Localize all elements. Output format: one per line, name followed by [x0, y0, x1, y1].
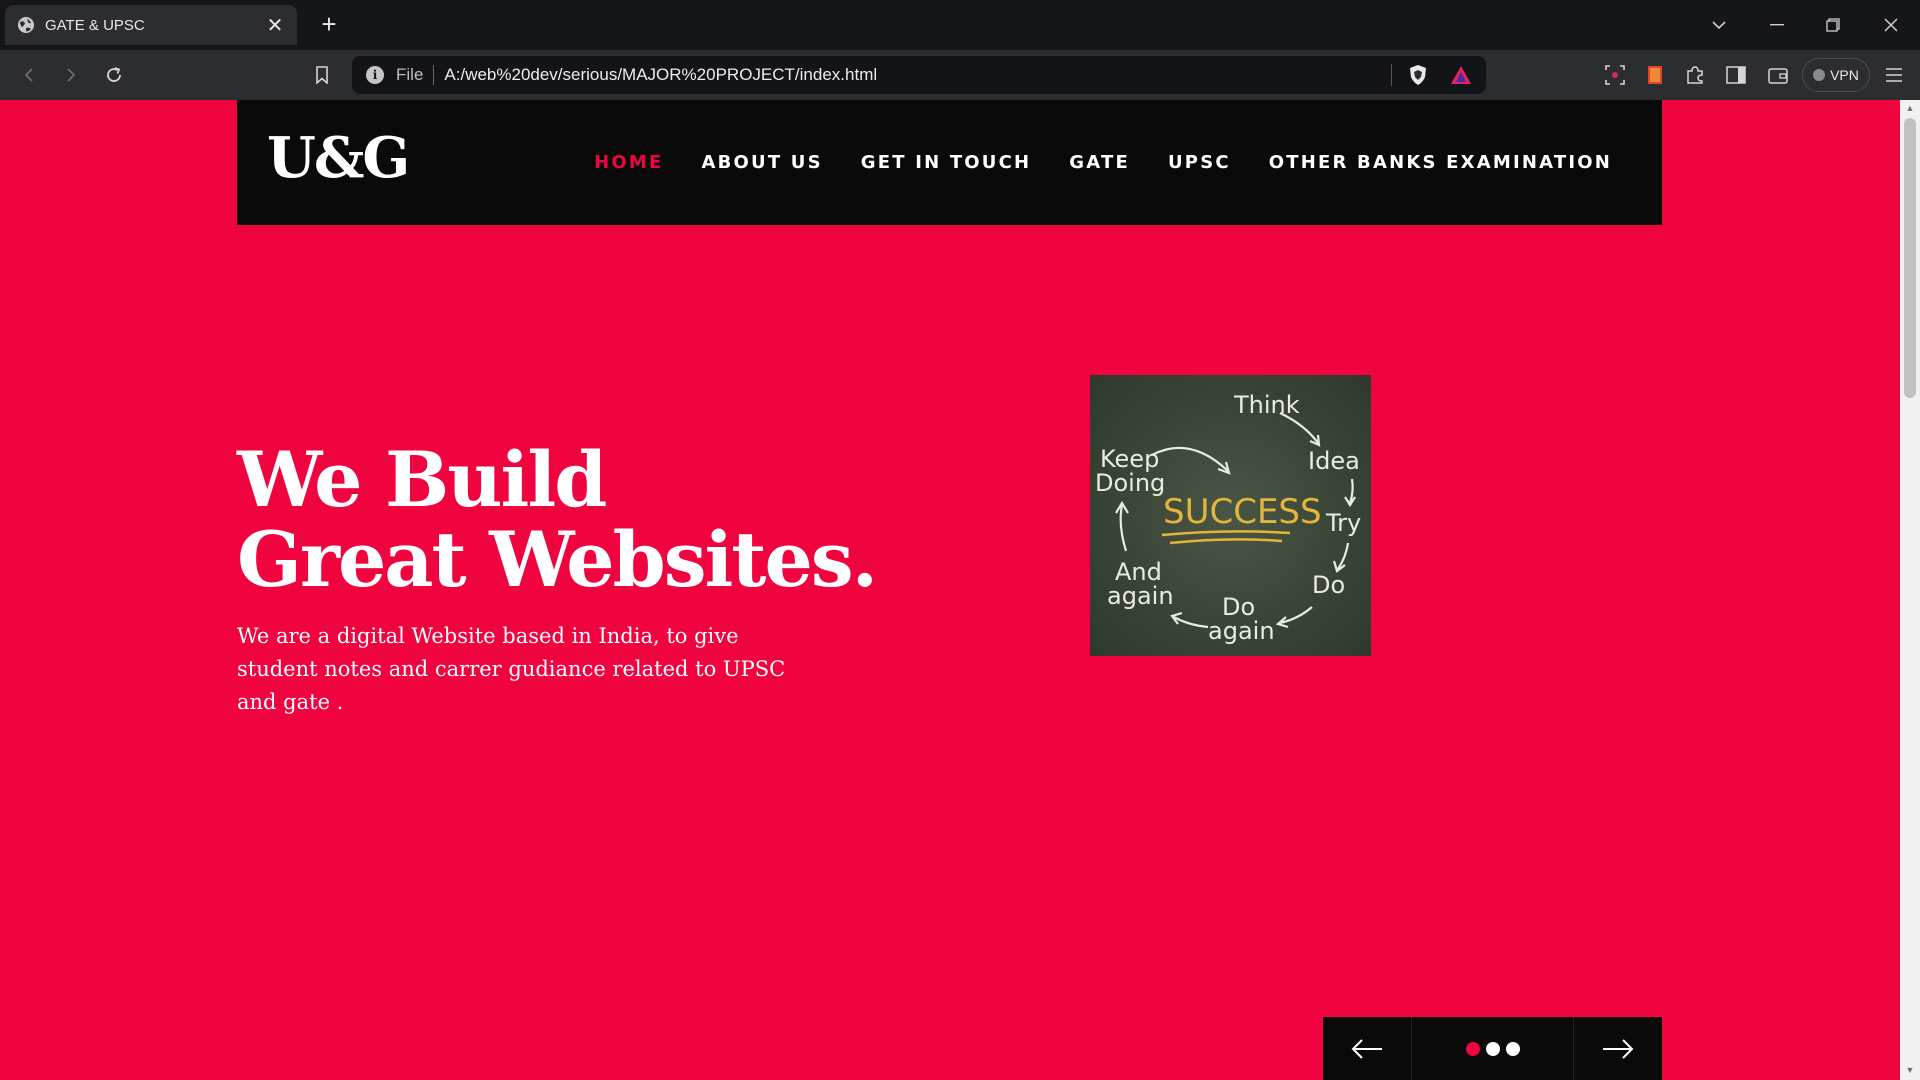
page-scrollbar[interactable]: ▲ ▼: [1900, 100, 1920, 1080]
vpn-button[interactable]: VPN: [1802, 58, 1870, 92]
close-window-icon[interactable]: [1866, 8, 1916, 42]
success-cycle-illustration: Think Idea Try Do Do again And again Kee…: [1090, 375, 1371, 656]
vpn-label: VPN: [1830, 67, 1859, 83]
slider-dot-3[interactable]: [1505, 1041, 1520, 1056]
restore-icon[interactable]: [1808, 8, 1858, 42]
browser-toolbar: i File A:/web%20dev/serious/MAJOR%20PROJ…: [0, 50, 1920, 100]
browser-tab[interactable]: GATE & UPSC ✕: [5, 5, 297, 45]
address-bar[interactable]: i File A:/web%20dev/serious/MAJOR%20PROJ…: [352, 56, 1486, 94]
url-scheme-label: File: [396, 65, 424, 84]
sidebar-toggle-icon[interactable]: [1721, 60, 1751, 90]
scroll-down-arrow-icon[interactable]: ▼: [1904, 1064, 1916, 1076]
scroll-up-arrow-icon[interactable]: ▲: [1904, 102, 1916, 114]
extension-book-icon[interactable]: [1640, 60, 1670, 90]
tab-close-icon[interactable]: ✕: [265, 13, 285, 38]
nav-item-gate[interactable]: GATE: [1069, 152, 1130, 173]
word-think: Think: [1233, 391, 1300, 419]
url-divider: [1391, 64, 1392, 86]
success-cycle-image: Think Idea Try Do Do again And again Kee…: [1090, 375, 1371, 656]
browser-tab-strip: GATE & UPSC ✕ +: [0, 0, 1920, 50]
arrow-left-icon: [1351, 1038, 1382, 1059]
extensions-puzzle-icon[interactable]: [1680, 60, 1710, 90]
url-text[interactable]: A:/web%20dev/serious/MAJOR%20PROJECT/ind…: [444, 65, 1391, 85]
nav-item-home[interactable]: HOME: [594, 152, 663, 173]
nav-item-about-us[interactable]: ABOUT US: [701, 152, 822, 173]
word-doing: Doing: [1095, 469, 1165, 497]
slider-controls: [1323, 1017, 1662, 1080]
menu-hamburger-icon[interactable]: [1879, 60, 1909, 90]
site-logo[interactable]: U&G: [267, 130, 410, 186]
word-again-2: again: [1107, 582, 1174, 610]
hero-title: We Build Great Websites.: [237, 440, 878, 600]
back-icon[interactable]: [14, 60, 44, 90]
nav-item-upsc[interactable]: UPSC: [1168, 152, 1231, 173]
globe-icon: [18, 17, 34, 33]
word-again: again: [1208, 617, 1275, 645]
main-nav: HOME ABOUT US GET IN TOUCH GATE UPSC OTH…: [594, 100, 1612, 225]
hero-title-line-1: We Build: [237, 435, 607, 524]
screenshot-icon[interactable]: [1600, 60, 1630, 90]
brave-shields-icon[interactable]: [1408, 64, 1428, 86]
tab-search-chevron-icon[interactable]: [1694, 8, 1744, 42]
nav-item-other-banks-examination[interactable]: OTHER BANKS EXAMINATION: [1269, 152, 1612, 173]
site-info-icon[interactable]: i: [366, 66, 384, 84]
brave-rewards-icon[interactable]: [1450, 65, 1472, 85]
success-word: SUCCESS: [1163, 492, 1322, 532]
arrow-right-icon: [1603, 1038, 1634, 1059]
url-separator: [433, 65, 435, 85]
vpn-status-icon: [1813, 69, 1826, 81]
slider-dot-2[interactable]: [1485, 1041, 1500, 1056]
reload-icon[interactable]: [99, 60, 129, 90]
word-try: Try: [1325, 509, 1361, 537]
wallet-icon[interactable]: [1763, 60, 1793, 90]
word-do: Do: [1312, 571, 1345, 599]
site-navbar: U&G HOME ABOUT US GET IN TOUCH GATE UPSC…: [237, 100, 1662, 225]
scrollbar-thumb[interactable]: [1904, 118, 1916, 398]
page-viewport: U&G HOME ABOUT US GET IN TOUCH GATE UPSC…: [0, 100, 1900, 1080]
new-tab-button[interactable]: +: [314, 10, 344, 40]
nav-item-get-in-touch[interactable]: GET IN TOUCH: [861, 152, 1032, 173]
hero-description: We are a digital Website based in India,…: [237, 624, 786, 714]
slider-dot-1[interactable]: [1465, 1041, 1480, 1056]
hero-title-line-2: Great Websites.: [237, 515, 878, 604]
slider-dots: [1411, 1017, 1574, 1080]
minimize-icon[interactable]: [1752, 8, 1802, 42]
forward-icon[interactable]: [56, 60, 86, 90]
word-idea: Idea: [1308, 447, 1360, 475]
tab-title: GATE & UPSC: [45, 16, 145, 34]
slider-prev-button[interactable]: [1323, 1017, 1411, 1080]
bookmark-icon[interactable]: [307, 60, 337, 90]
slider-next-button[interactable]: [1574, 1017, 1662, 1080]
